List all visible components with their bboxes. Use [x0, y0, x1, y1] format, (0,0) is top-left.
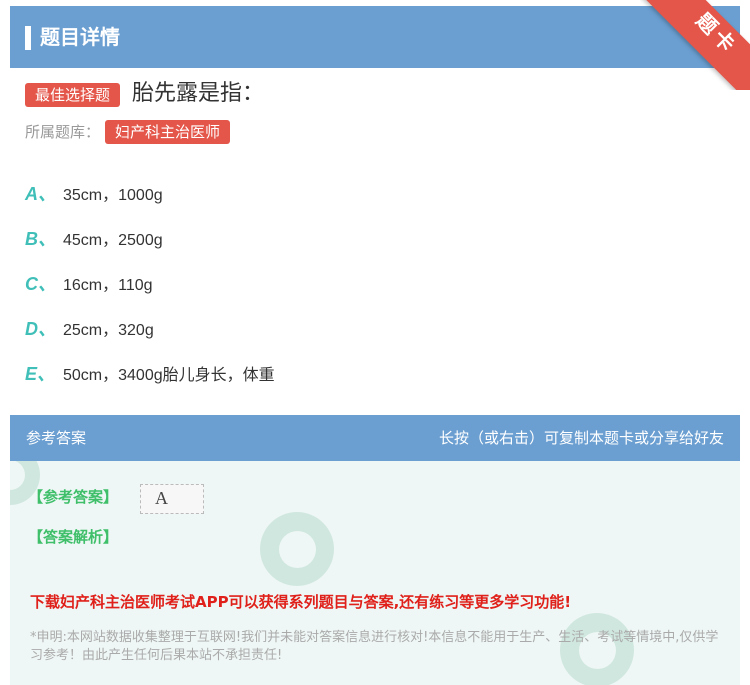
option-letter: B、: [25, 228, 56, 249]
options-list: A、 35cm，1000g B、 45cm，2500g C、 16cm，110g…: [25, 170, 275, 395]
corner-ribbon: 题卡: [640, 0, 750, 90]
share-hint: 长按（或右击）可复制本题卡或分享给好友: [438, 429, 724, 447]
option-e[interactable]: E、 50cm，3400g胎儿身长，体重: [25, 350, 275, 395]
watermark-logo-icon: [260, 512, 334, 586]
question-bank-label: 所属题库：: [25, 123, 101, 141]
question-bank-badge[interactable]: 妇产科主治医师: [105, 120, 231, 144]
option-d[interactable]: D、 25cm，320g: [25, 305, 275, 350]
answer-value: A: [155, 488, 168, 508]
answer-header: 参考答案 长按（或右击）可复制本题卡或分享给好友: [10, 415, 740, 461]
option-text: 25cm，320g: [63, 321, 154, 339]
option-letter: C、: [25, 273, 56, 294]
option-text: 45cm，2500g: [63, 231, 163, 249]
option-b[interactable]: B、 45cm，2500g: [25, 215, 275, 260]
page-title: 题目详情: [40, 25, 120, 49]
app-download-promo[interactable]: 下载妇产科主治医师考试APP可以获得系列题目与答案,还有练习等更多学习功能!: [30, 590, 571, 614]
answer-header-title: 参考答案: [26, 429, 87, 447]
option-letter: A、: [25, 183, 56, 204]
option-text: 16cm，110g: [63, 276, 153, 294]
option-text: 50cm，3400g胎儿身长，体重: [63, 366, 275, 384]
question-stem: 胎先露是指：: [132, 81, 265, 106]
answer-panel: 参考答案 长按（或右击）可复制本题卡或分享给好友 【参考答案】 A 【答案解析】…: [10, 415, 740, 685]
answer-image: A: [140, 484, 204, 514]
option-text: 35cm，1000g: [63, 186, 163, 204]
option-a[interactable]: A、 35cm，1000g: [25, 170, 275, 215]
option-c[interactable]: C、 16cm，110g: [25, 260, 275, 305]
analysis-label: 【答案解析】: [28, 528, 119, 546]
option-letter: E、: [25, 363, 56, 384]
answer-label: 【参考答案】: [28, 488, 119, 506]
question-type-badge: 最佳选择题: [25, 83, 121, 107]
option-letter: D、: [25, 318, 56, 339]
disclaimer-text: *申明:本网站数据收集整理于互联网!我们并未能对答案信息进行核对!本信息不能用于…: [30, 630, 719, 663]
header-accent-bar: [25, 26, 31, 50]
page-header: 题目详情: [10, 6, 740, 68]
